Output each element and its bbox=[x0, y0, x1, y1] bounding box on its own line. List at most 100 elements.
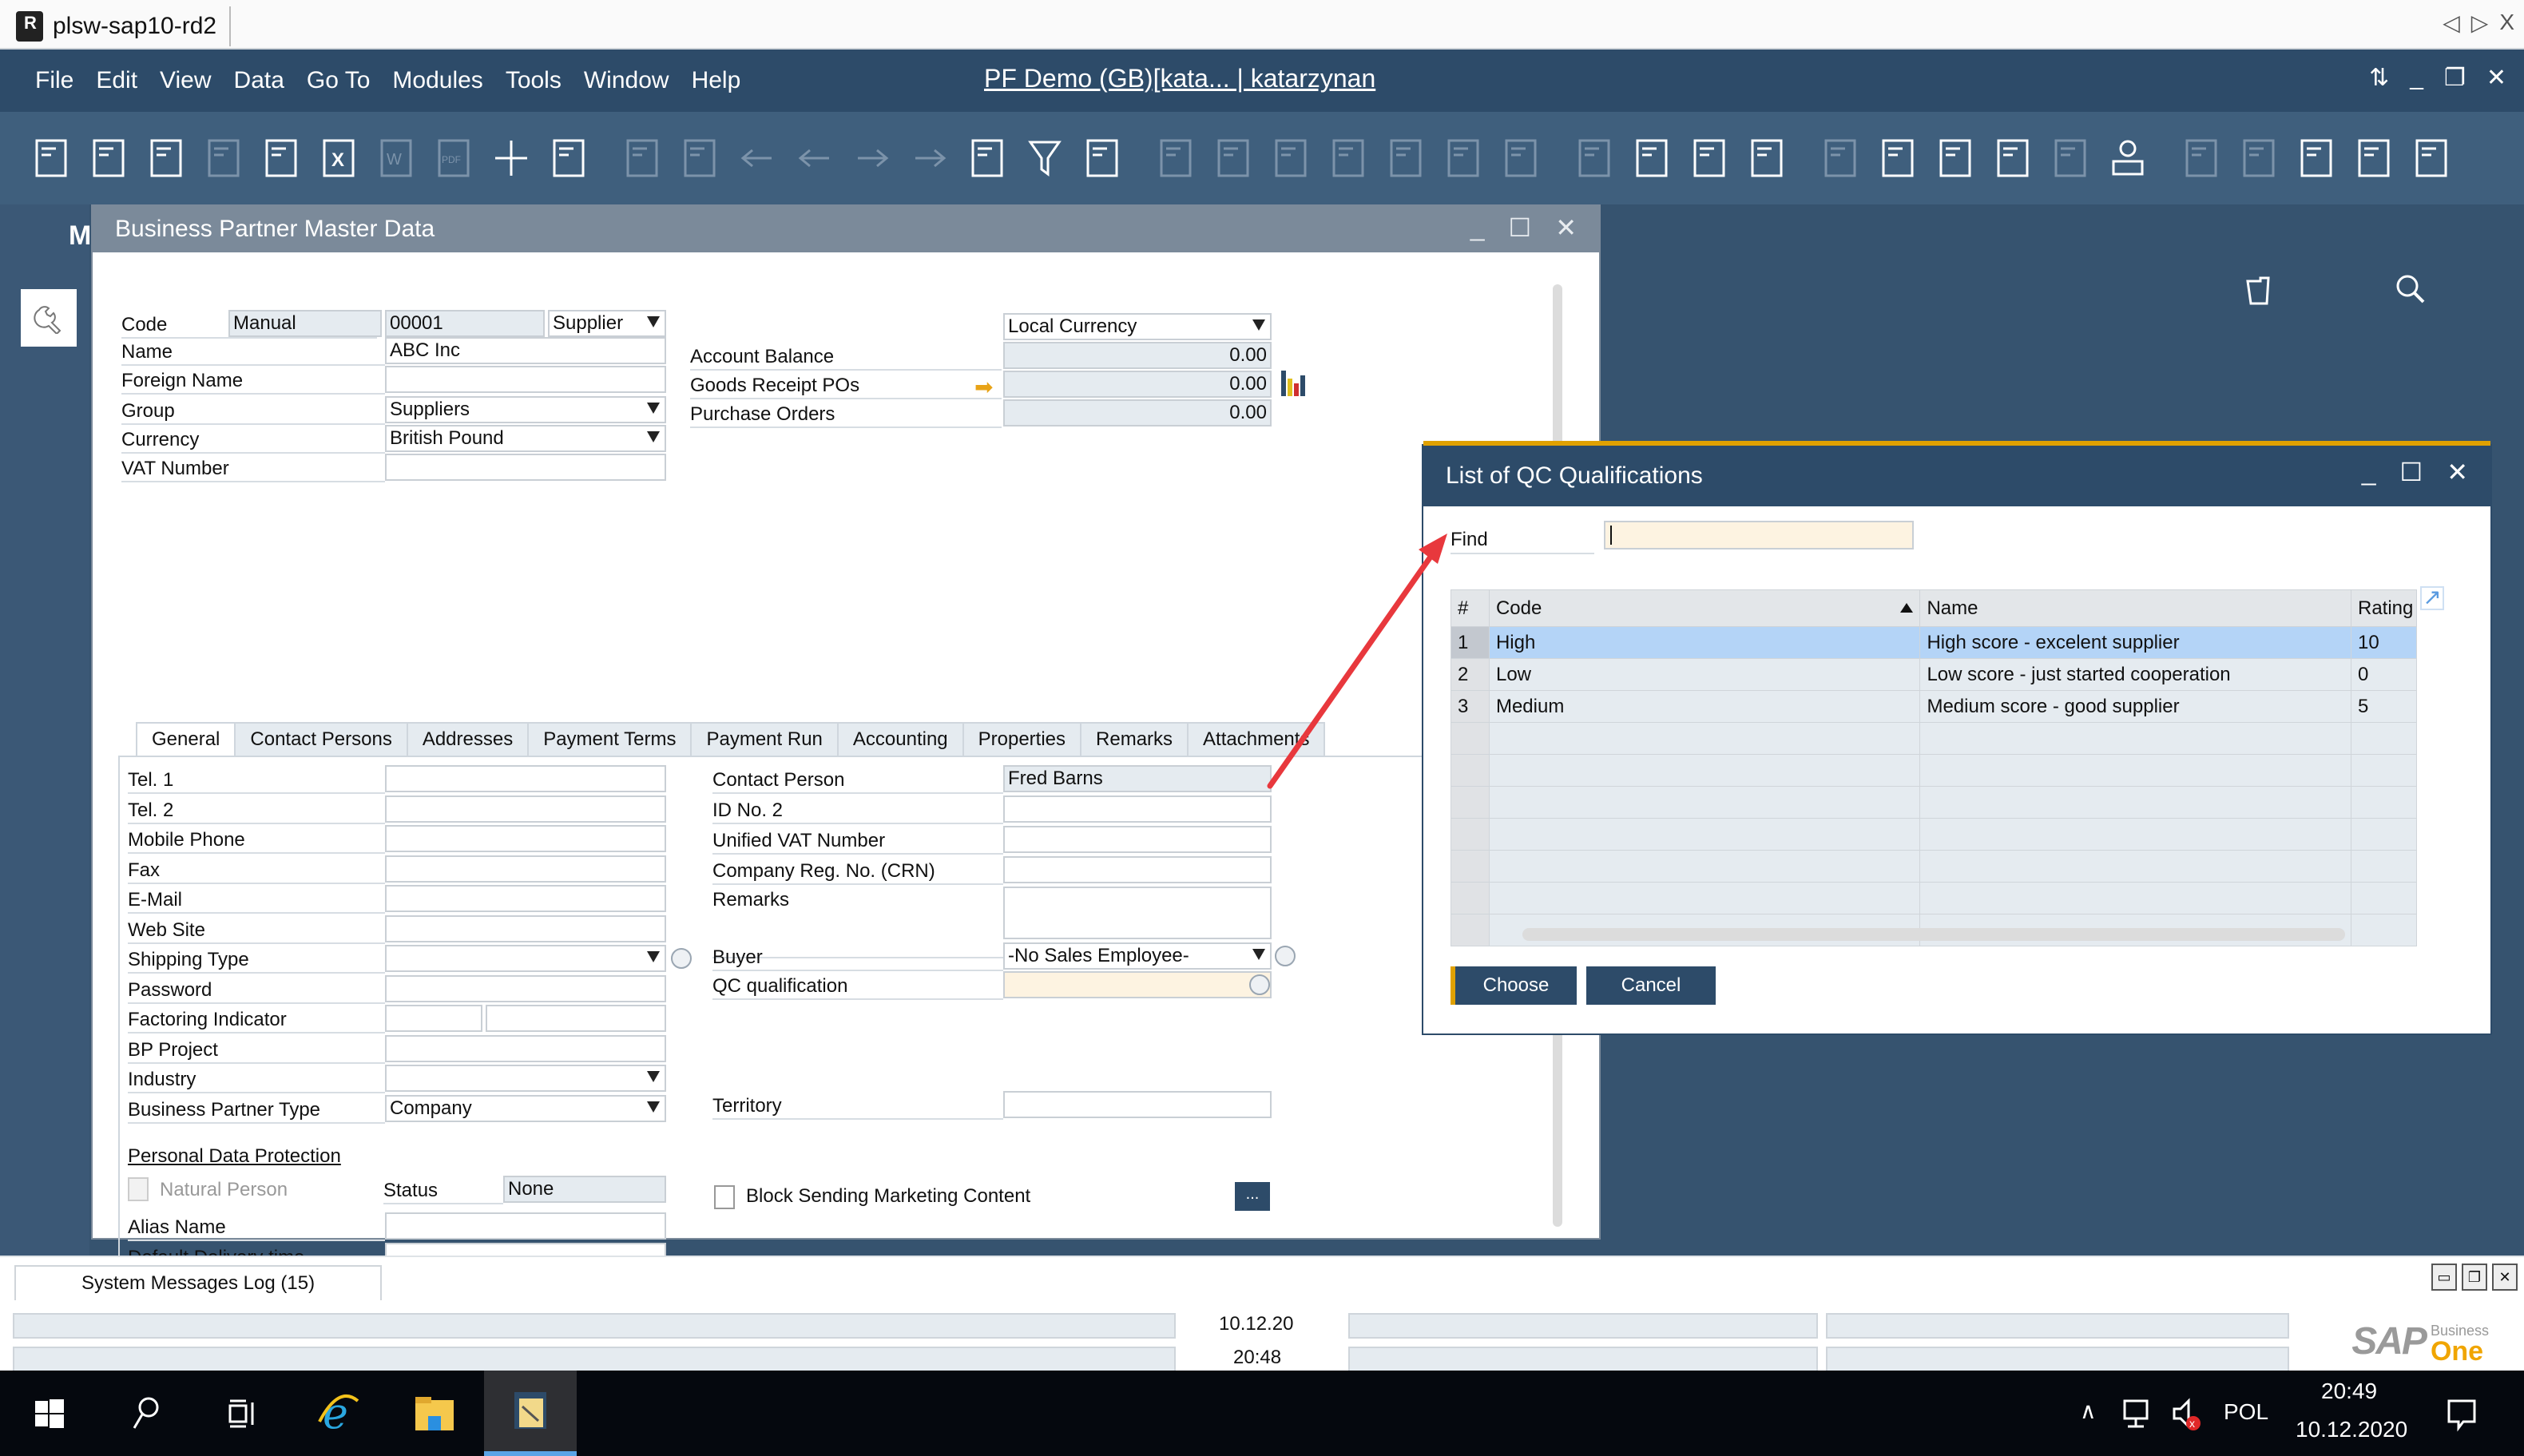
block-marketing-checkbox[interactable] bbox=[714, 1185, 735, 1209]
web-site-field[interactable] bbox=[385, 915, 666, 942]
clock-date[interactable]: 10.12.2020 bbox=[2296, 1417, 2407, 1442]
task-view-icon[interactable] bbox=[195, 1371, 288, 1456]
tab-payment-terms[interactable]: Payment Terms bbox=[527, 722, 693, 757]
edit-icon[interactable] bbox=[1567, 133, 1621, 184]
e-mail-field[interactable] bbox=[385, 885, 666, 912]
clock-time[interactable]: 20:49 bbox=[2321, 1379, 2377, 1404]
menu-goto[interactable]: Go To bbox=[307, 67, 371, 94]
app-minimize-icon[interactable]: _ bbox=[2410, 64, 2423, 92]
col-header-code[interactable]: Code bbox=[1488, 589, 1921, 627]
fax-field[interactable] bbox=[385, 855, 666, 883]
tab-contact-persons[interactable]: Contact Persons bbox=[234, 722, 408, 757]
calendar-icon[interactable] bbox=[1928, 133, 1982, 184]
user-icon[interactable] bbox=[2101, 133, 2155, 184]
qc-close-icon[interactable]: ✕ bbox=[2447, 457, 2468, 487]
print-icon[interactable] bbox=[81, 133, 136, 184]
menu-help[interactable]: Help bbox=[692, 67, 741, 94]
volume-muted-icon[interactable]: x bbox=[2171, 1398, 2203, 1437]
buyer-select[interactable]: -No Sales Employee- bbox=[1003, 942, 1272, 970]
bp-type-select[interactable]: Supplier bbox=[548, 310, 666, 337]
send-icon[interactable] bbox=[139, 133, 193, 184]
filter-icon[interactable] bbox=[1018, 133, 1072, 184]
table-row[interactable]: 1 High High score - excelent supplier 10 bbox=[1451, 626, 2418, 659]
word-icon[interactable]: W bbox=[369, 133, 423, 184]
alias-name-field[interactable] bbox=[385, 1212, 666, 1240]
layout-toggle-icon[interactable]: ⇅ bbox=[2369, 64, 2389, 92]
menu-tools[interactable]: Tools bbox=[506, 67, 562, 94]
ellipsis-button[interactable]: ... bbox=[1235, 1182, 1270, 1211]
currency-mode-select[interactable]: Local Currency bbox=[1003, 313, 1272, 340]
link-arrow-icon[interactable]: ➡ bbox=[974, 374, 993, 400]
next-record-icon[interactable] bbox=[845, 133, 899, 184]
refresh-icon[interactable] bbox=[960, 133, 1014, 184]
find-icon[interactable] bbox=[615, 133, 669, 184]
excel-icon[interactable]: X bbox=[312, 133, 366, 184]
grid-horizontal-scrollbar[interactable] bbox=[1522, 928, 2345, 941]
password-field[interactable] bbox=[385, 975, 666, 1002]
tab-general[interactable]: General bbox=[136, 722, 236, 757]
group-select[interactable]: Suppliers bbox=[385, 396, 666, 423]
start-icon[interactable] bbox=[3, 1371, 96, 1456]
rdp-prev-icon[interactable]: ◁ bbox=[2443, 10, 2460, 36]
bp-minimize-icon[interactable]: _ bbox=[1470, 212, 1485, 243]
messages-icon[interactable] bbox=[1740, 133, 1794, 184]
log-restore-icon[interactable]: ❐ bbox=[2462, 1264, 2487, 1291]
exchange-rate-icon[interactable] bbox=[1321, 133, 1375, 184]
search-icon[interactable] bbox=[99, 1371, 192, 1456]
col-header-num[interactable]: # bbox=[1451, 589, 1490, 627]
document-icon[interactable] bbox=[254, 133, 308, 184]
notifications-icon[interactable] bbox=[2446, 1398, 2478, 1437]
code-series-field[interactable]: Manual bbox=[228, 310, 382, 337]
col-header-name[interactable]: Name bbox=[1919, 589, 2351, 627]
qc-titlebar[interactable]: List of QC Qualifications _ ☐ ✕ bbox=[1423, 446, 2490, 506]
tab-remarks[interactable]: Remarks bbox=[1080, 722, 1189, 757]
bp-close-icon[interactable]: ✕ bbox=[1555, 212, 1577, 243]
menu-window[interactable]: Window bbox=[584, 67, 669, 94]
tab-addresses[interactable]: Addresses bbox=[406, 722, 530, 757]
tab-attachments[interactable]: Attachments bbox=[1187, 722, 1326, 757]
balance-icon[interactable] bbox=[1379, 133, 1433, 184]
previous-record-icon[interactable] bbox=[788, 133, 842, 184]
cancel-button[interactable]: Cancel bbox=[1586, 966, 1716, 1005]
industry-select[interactable] bbox=[385, 1065, 666, 1092]
shipping-type-lookup-icon[interactable] bbox=[671, 948, 692, 969]
table-row[interactable]: 2 Low Low score - just started cooperation… bbox=[1451, 658, 2418, 691]
contact-person-field[interactable]: Fred Barns bbox=[1003, 765, 1272, 792]
search-icon[interactable] bbox=[2393, 272, 2428, 311]
user-defined-icon[interactable] bbox=[1682, 133, 1736, 184]
qc-maximize-icon[interactable]: ☐ bbox=[2400, 457, 2423, 487]
target-document-icon[interactable] bbox=[1206, 133, 1260, 184]
sap-b1-icon[interactable] bbox=[484, 1371, 577, 1456]
qc-lookup-icon[interactable] bbox=[1249, 974, 1270, 995]
move-icon[interactable] bbox=[484, 133, 538, 184]
personal-data-protection-link[interactable]: Personal Data Protection bbox=[128, 1145, 341, 1168]
mobile-phone-field[interactable] bbox=[385, 825, 666, 852]
natural-person-checkbox[interactable] bbox=[128, 1177, 149, 1201]
remarks-textarea[interactable] bbox=[1003, 887, 1272, 939]
approval-icon[interactable] bbox=[1871, 133, 1925, 184]
unified-vat-field[interactable] bbox=[1003, 826, 1272, 853]
payment-means-icon[interactable] bbox=[1264, 133, 1318, 184]
buyer-lookup-icon[interactable] bbox=[1275, 946, 1296, 966]
main-menu-label[interactable]: M bbox=[69, 220, 91, 252]
company-user-title[interactable]: PF Demo (GB)[kata... | katarzynan bbox=[984, 64, 1375, 93]
menu-modules[interactable]: Modules bbox=[392, 67, 482, 94]
factoring-indicator-name-field[interactable] bbox=[486, 1005, 666, 1032]
bp-titlebar[interactable]: Business Partner Master Data _ ☐ ✕ bbox=[93, 206, 1599, 252]
menu-edit[interactable]: Edit bbox=[96, 67, 137, 94]
sync-icon[interactable] bbox=[2174, 133, 2228, 184]
price-list-icon[interactable] bbox=[1494, 133, 1548, 184]
calculator-icon[interactable] bbox=[1986, 133, 2040, 184]
system-messages-log-tab[interactable]: System Messages Log (15) bbox=[14, 1265, 382, 1300]
app-close-icon[interactable]: ✕ bbox=[2486, 64, 2506, 92]
bp-project-field[interactable] bbox=[385, 1035, 666, 1062]
log-minimize-icon[interactable]: ▭ bbox=[2431, 1264, 2457, 1291]
name-field[interactable]: ABC Inc bbox=[385, 337, 666, 364]
tel-2-field[interactable] bbox=[385, 795, 666, 823]
form-settings-icon[interactable] bbox=[542, 133, 596, 184]
network-icon[interactable] bbox=[2121, 1398, 2153, 1434]
base-document-icon[interactable] bbox=[1149, 133, 1203, 184]
add-icon[interactable] bbox=[673, 133, 727, 184]
shipping-type-select[interactable] bbox=[385, 945, 666, 972]
org-icon[interactable] bbox=[2043, 133, 2097, 184]
